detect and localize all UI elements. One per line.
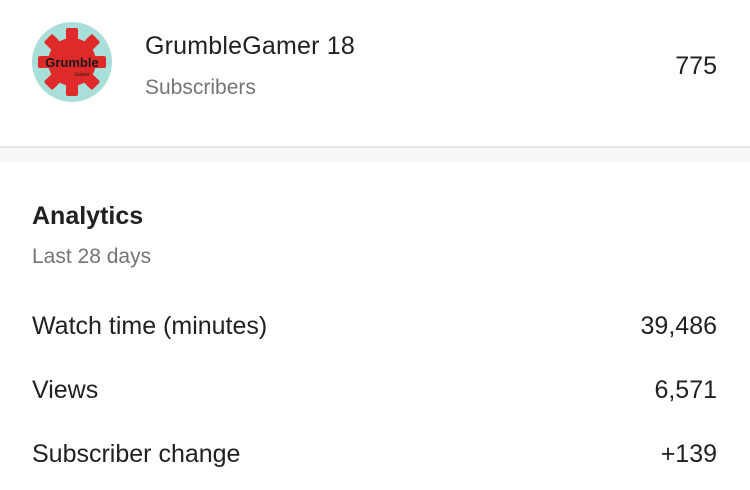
- metric-value: 39,486: [640, 312, 717, 340]
- channel-avatar[interactable]: Grumble Gamer: [32, 22, 112, 102]
- metric-label: Views: [32, 376, 99, 404]
- grumble-gear-logo-icon: Grumble Gamer: [38, 28, 106, 96]
- subscribers-label: Subscribers: [145, 76, 256, 99]
- channel-analytics-page: Grumble Gamer GrumbleGamer 18 Subscriber…: [0, 0, 750, 490]
- metric-row-subscriber-change: Subscriber change +139: [0, 440, 750, 484]
- section-gap: [0, 148, 750, 162]
- subscriber-count: 775: [675, 52, 717, 80]
- channel-summary-card[interactable]: Grumble Gamer GrumbleGamer 18 Subscriber…: [0, 0, 750, 146]
- avatar-logo-subtext: Gamer: [74, 72, 90, 78]
- metric-value: +139: [660, 440, 717, 468]
- metric-value: 6,571: [654, 376, 717, 404]
- metric-label: Watch time (minutes): [32, 312, 268, 340]
- metric-row-watch-time: Watch time (minutes) 39,486: [0, 312, 750, 356]
- avatar-logo-text: Grumble: [45, 55, 98, 70]
- analytics-title: Analytics: [32, 202, 144, 230]
- analytics-card[interactable]: Analytics Last 28 days Watch time (minut…: [0, 162, 750, 490]
- channel-name[interactable]: GrumbleGamer 18: [145, 32, 355, 61]
- metric-label: Subscriber change: [32, 440, 241, 468]
- analytics-period: Last 28 days: [32, 245, 152, 268]
- metric-row-views: Views 6,571: [0, 376, 750, 420]
